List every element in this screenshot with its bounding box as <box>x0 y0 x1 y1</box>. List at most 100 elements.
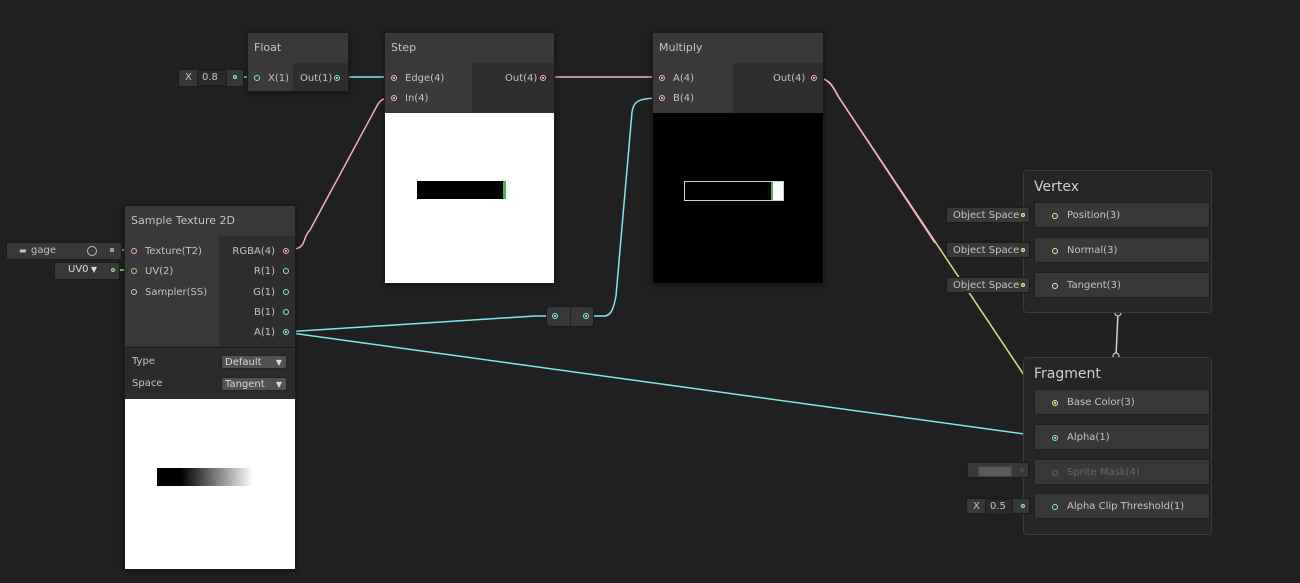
g-output-port[interactable]: G(1) <box>253 283 289 303</box>
step-edge-label: Edge(4) <box>405 73 445 84</box>
texture-field-icon: ▬ <box>19 246 27 255</box>
uv-channel-dropdown[interactable]: UV0 ▼ <box>59 263 101 277</box>
wire-redirect-to-multiply <box>586 97 663 317</box>
b-output-label: B(1) <box>253 307 275 318</box>
float-x-input-label: X(1) <box>268 73 290 84</box>
sample-texture-preview <box>125 399 295 569</box>
uv-field[interactable]: UV0 ▼ <box>54 262 120 280</box>
wire-alpha-to-redirect <box>283 315 554 333</box>
multiply-a-label: A(4) <box>673 73 695 84</box>
float-x-value[interactable]: 0.8 <box>197 70 227 86</box>
sprite-mask-field[interactable] <box>967 462 1029 478</box>
multiply-b-label: B(4) <box>673 93 695 104</box>
step-out-port[interactable]: Out(4) <box>505 69 546 89</box>
texture-input-port[interactable]: Texture(T2) <box>131 242 202 262</box>
texture-field[interactable]: ▬ gage <box>6 242 122 260</box>
alpha-clip-field-port <box>1021 504 1025 508</box>
float-node[interactable]: Float X(1) Out(1) <box>247 32 349 92</box>
type-label: Type <box>132 356 155 367</box>
tangent-space-pill[interactable]: Object Space <box>946 277 1030 293</box>
wire-alpha-to-fragment <box>283 331 1047 438</box>
uv-input-label: UV(2) <box>145 266 174 277</box>
space-label: Space <box>132 378 163 389</box>
step-edge-port[interactable]: Edge(4) <box>391 69 444 89</box>
tangent-space-port <box>1021 283 1025 287</box>
fragment-slot-base-color-label: Base Color(3) <box>1067 397 1135 408</box>
fragment-slot-sprite-mask-label: Sprite Mask(4) <box>1067 467 1140 478</box>
float-x-input-port[interactable]: X(1) <box>254 69 289 89</box>
step-preview-bar <box>417 181 506 199</box>
space-value: Tangent <box>225 379 265 390</box>
step-out-label: Out(4) <box>505 73 538 84</box>
step-node-title: Step <box>385 33 554 63</box>
redirect-node[interactable] <box>546 306 594 327</box>
float-x-field[interactable]: X 0.8 <box>178 69 244 87</box>
fragment-slot-alpha-clip-label: Alpha Clip Threshold(1) <box>1067 501 1185 512</box>
uv-input-port[interactable]: UV(2) <box>131 262 173 282</box>
vertex-fragment-link <box>1115 312 1119 357</box>
normal-space-port <box>1021 248 1025 252</box>
vertex-slot-position-label: Position(3) <box>1067 210 1121 221</box>
step-in-port[interactable]: In(4) <box>391 89 428 109</box>
sample-texture-title: Sample Texture 2D <box>125 206 295 236</box>
vertex-block[interactable]: Vertex Position(3) Normal(3) Tangent(3) <box>1023 170 1212 313</box>
vertex-slot-normal-label: Normal(3) <box>1067 245 1118 256</box>
wire-multiply-to-basecolor <box>811 76 1047 403</box>
sample-texture-settings: Type Default ▼ Space Tangent ▼ <box>125 347 295 400</box>
fragment-slot-alpha-clip[interactable]: Alpha Clip Threshold(1) <box>1034 493 1210 519</box>
chevron-down-icon: ▼ <box>90 265 97 274</box>
vertex-title: Vertex <box>1034 179 1080 195</box>
multiply-a-port[interactable]: A(4) <box>659 69 694 89</box>
uv-field-port <box>111 268 115 272</box>
b-output-port[interactable]: B(1) <box>254 303 289 323</box>
fragment-slot-base-color[interactable]: Base Color(3) <box>1034 389 1210 415</box>
a-output-port[interactable]: A(1) <box>254 323 289 343</box>
multiply-preview-bar <box>684 181 784 201</box>
rgba-output-port[interactable]: RGBA(4) <box>232 242 289 262</box>
sample-texture-node[interactable]: Sample Texture 2D Texture(T2) UV(2) Samp… <box>124 205 296 570</box>
step-node[interactable]: Step Edge(4) In(4) Out(4) <box>384 32 555 284</box>
vertex-slot-tangent[interactable]: Tangent(3) <box>1034 272 1210 298</box>
g-output-label: G(1) <box>253 287 275 298</box>
normal-space-label: Object Space <box>953 245 1020 256</box>
redirect-in-dot[interactable] <box>552 313 558 319</box>
vertex-slot-position[interactable]: Position(3) <box>1034 202 1210 228</box>
alpha-clip-field[interactable]: X 0.5 <box>966 498 1030 515</box>
type-value: Default <box>225 357 262 368</box>
type-dropdown[interactable]: Default ▼ <box>221 355 287 369</box>
float-x-port-dot <box>233 75 237 79</box>
texture-input-label: Texture(T2) <box>145 246 202 257</box>
space-dropdown[interactable]: Tangent ▼ <box>221 377 287 391</box>
chevron-down-icon: ▼ <box>275 358 282 367</box>
step-preview <box>385 113 554 283</box>
multiply-out-label: Out(4) <box>773 73 806 84</box>
alpha-clip-value[interactable]: 0.5 <box>985 499 1013 515</box>
multiply-out-port[interactable]: Out(4) <box>773 69 817 89</box>
redirect-out-dot[interactable] <box>583 313 589 319</box>
fragment-slot-sprite-mask[interactable]: Sprite Mask(4) <box>1034 459 1210 485</box>
multiply-b-port[interactable]: B(4) <box>659 89 694 109</box>
vertex-slot-normal[interactable]: Normal(3) <box>1034 237 1210 263</box>
uv-channel-value: UV0 <box>68 264 89 275</box>
r-output-label: R(1) <box>253 266 275 277</box>
texture-field-name: gage <box>31 245 56 256</box>
wire-rgba-to-step <box>283 97 395 251</box>
fragment-block[interactable]: Fragment Base Color(3) Alpha(1) Sprite M… <box>1023 357 1212 535</box>
float-out-port[interactable]: Out(1) <box>300 69 340 89</box>
multiply-node[interactable]: Multiply A(4) B(4) Out(4) <box>652 32 824 284</box>
position-space-pill[interactable]: Object Space <box>946 207 1030 223</box>
texture-picker-icon[interactable] <box>87 246 97 256</box>
normal-space-pill[interactable]: Object Space <box>946 242 1030 258</box>
tangent-space-label: Object Space <box>953 280 1020 291</box>
position-space-label: Object Space <box>953 210 1020 221</box>
fragment-slot-alpha[interactable]: Alpha(1) <box>1034 424 1210 450</box>
multiply-node-title: Multiply <box>653 33 823 63</box>
multiply-preview <box>653 113 823 283</box>
float-node-title: Float <box>248 33 348 63</box>
float-x-label: X <box>185 72 192 83</box>
sampler-input-port[interactable]: Sampler(SS) <box>131 283 207 303</box>
redirect-divider <box>570 307 571 326</box>
r-output-port[interactable]: R(1) <box>254 262 289 282</box>
texture-field-port <box>110 248 114 252</box>
rgba-output-label: RGBA(4) <box>232 246 275 257</box>
